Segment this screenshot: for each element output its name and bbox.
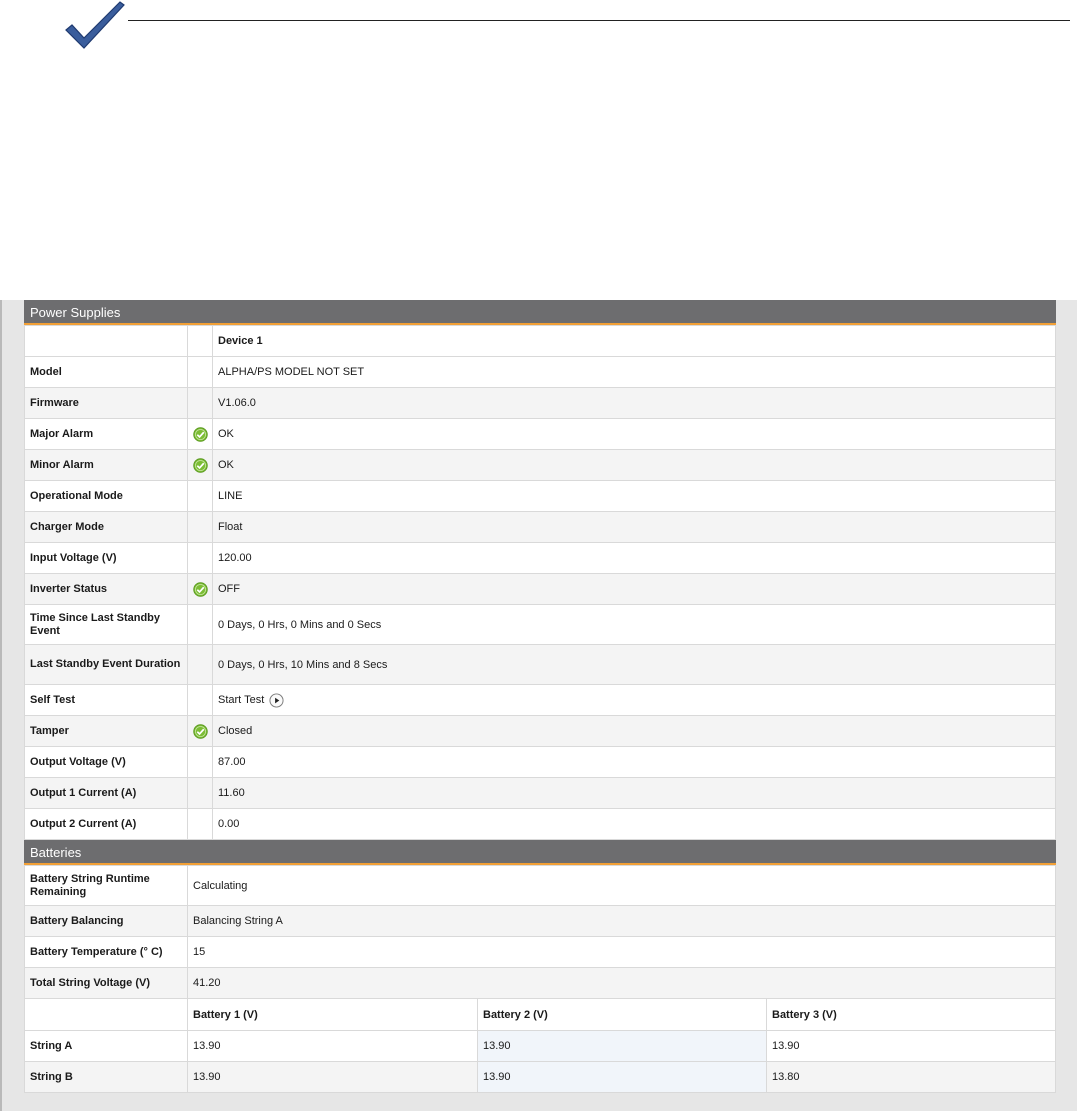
power-supplies-table: Device 1 Model ALPHA/PS MODEL NOT SET Fi…: [24, 325, 1056, 840]
string-label: String A: [24, 1030, 188, 1062]
string-label: String B: [24, 1061, 188, 1093]
battery-voltage: 13.90: [477, 1030, 767, 1062]
table-row: Output Voltage (V) 87.00: [24, 746, 1056, 778]
string-b-row: String B 13.90 13.90 13.80: [24, 1061, 1056, 1093]
ok-check-icon: [192, 581, 208, 597]
table-row: Battery Temperature (° C) 15: [24, 936, 1056, 968]
row-value: 41.20: [187, 967, 1056, 999]
table-row: Input Voltage (V) 120.00: [24, 542, 1056, 574]
play-icon[interactable]: [269, 692, 284, 708]
row-label: Battery String Runtime Remaining: [24, 865, 188, 906]
battery-voltage: 13.80: [766, 1061, 1056, 1093]
row-value: OK: [212, 418, 1056, 450]
row-value: LINE: [212, 480, 1056, 512]
row-label: Operational Mode: [24, 480, 188, 512]
row-label: Last Standby Event Duration: [24, 644, 188, 685]
row-value: 0 Days, 0 Hrs, 0 Mins and 0 Secs: [212, 604, 1056, 645]
row-value: 120.00: [212, 542, 1056, 574]
row-value: OK: [212, 449, 1056, 481]
row-value: 11.60: [212, 777, 1056, 809]
row-label: Self Test: [24, 684, 188, 716]
row-label: Firmware: [24, 387, 188, 419]
row-value: 15: [187, 936, 1056, 968]
battery-1-header: Battery 1 (V): [187, 998, 478, 1031]
row-value: 87.00: [212, 746, 1056, 778]
table-row: Self Test Start Test: [24, 684, 1056, 716]
batteries-header: Batteries: [24, 840, 1056, 865]
row-value: OFF: [212, 573, 1056, 605]
start-test-button[interactable]: Start Test: [218, 692, 284, 708]
status-panel: Power Supplies Device 1 Model ALPHA/PS M…: [24, 300, 1056, 1093]
row-label: Output 2 Current (A): [24, 808, 188, 840]
ok-check-icon: [192, 723, 208, 739]
table-row: Tamper Closed: [24, 715, 1056, 747]
row-label: Battery Balancing: [24, 905, 188, 937]
table-row: Output 1 Current (A) 11.60: [24, 777, 1056, 809]
table-row: Charger Mode Float: [24, 511, 1056, 543]
row-label: Battery Temperature (° C): [24, 936, 188, 968]
row-value: Calculating: [187, 865, 1056, 906]
row-label: Tamper: [24, 715, 188, 747]
row-label: Total String Voltage (V): [24, 967, 188, 999]
table-row: Device 1: [24, 325, 1056, 357]
status-frame: Power Supplies Device 1 Model ALPHA/PS M…: [0, 300, 1077, 1111]
table-row: Minor Alarm OK: [24, 449, 1056, 481]
power-supplies-title: Power Supplies: [30, 305, 121, 320]
row-value: Float: [212, 511, 1056, 543]
battery-column-headers: Battery 1 (V) Battery 2 (V) Battery 3 (V…: [24, 998, 1056, 1031]
row-label: Output Voltage (V): [24, 746, 188, 778]
battery-voltage: 13.90: [766, 1030, 1056, 1062]
checkmark-icon: [65, 1, 125, 49]
table-row: Battery String Runtime Remaining Calcula…: [24, 865, 1056, 906]
battery-voltage: 13.90: [477, 1061, 767, 1093]
row-label: Model: [24, 356, 188, 388]
device-column-header: Device 1: [212, 325, 1056, 357]
table-row: Output 2 Current (A) 0.00: [24, 808, 1056, 840]
row-label: Output 1 Current (A): [24, 777, 188, 809]
table-row: Major Alarm OK: [24, 418, 1056, 450]
row-label: Minor Alarm: [24, 449, 188, 481]
battery-3-header: Battery 3 (V): [766, 998, 1056, 1031]
table-row: Inverter Status OFF: [24, 573, 1056, 605]
table-row: Operational Mode LINE: [24, 480, 1056, 512]
row-label: Input Voltage (V): [24, 542, 188, 574]
table-row: Model ALPHA/PS MODEL NOT SET: [24, 356, 1056, 388]
row-value: 0.00: [212, 808, 1056, 840]
row-value: ALPHA/PS MODEL NOT SET: [212, 356, 1056, 388]
string-a-row: String A 13.90 13.90 13.90: [24, 1030, 1056, 1062]
row-label: Charger Mode: [24, 511, 188, 543]
table-row: Last Standby Event Duration 0 Days, 0 Hr…: [24, 644, 1056, 685]
power-supplies-header: Power Supplies: [24, 300, 1056, 325]
row-label: Inverter Status: [24, 573, 188, 605]
battery-voltage: 13.90: [187, 1061, 478, 1093]
divider-line: [128, 20, 1070, 21]
batteries-table: Battery String Runtime Remaining Calcula…: [24, 865, 1056, 1093]
row-value: Balancing String A: [187, 905, 1056, 937]
battery-voltage: 13.90: [187, 1030, 478, 1062]
table-row: Firmware V1.06.0: [24, 387, 1056, 419]
row-label: Time Since Last Standby Event: [24, 604, 188, 645]
row-value: Closed: [212, 715, 1056, 747]
table-row: Time Since Last Standby Event 0 Days, 0 …: [24, 604, 1056, 645]
table-row: Total String Voltage (V) 41.20: [24, 967, 1056, 999]
batteries-title: Batteries: [30, 845, 82, 860]
row-value: V1.06.0: [212, 387, 1056, 419]
table-row: Battery Balancing Balancing String A: [24, 905, 1056, 937]
row-value: 0 Days, 0 Hrs, 10 Mins and 8 Secs: [212, 644, 1056, 685]
row-label: Major Alarm: [24, 418, 188, 450]
ok-check-icon: [192, 457, 208, 473]
ok-check-icon: [192, 426, 208, 442]
start-test-label: Start Test: [218, 694, 265, 706]
battery-2-header: Battery 2 (V): [477, 998, 767, 1031]
